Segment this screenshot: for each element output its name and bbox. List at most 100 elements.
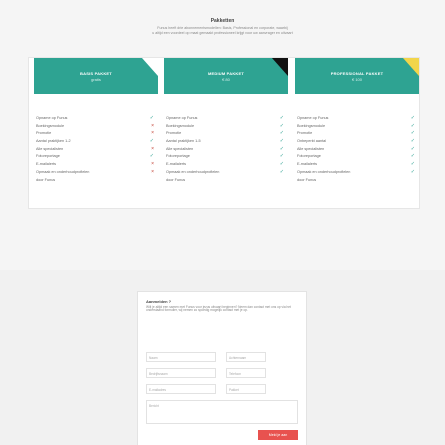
cross-icon: × xyxy=(151,161,154,168)
feature-label: E-mailalerts xyxy=(166,162,187,167)
feature-row: Boekingsmodule ✓ xyxy=(297,123,415,131)
plan-name: MEDIUM PAKKET xyxy=(207,71,245,76)
cross-icon: × xyxy=(151,130,154,137)
feature-row: Alle specialisten ✓ xyxy=(166,146,284,154)
package-select[interactable]: Pakket xyxy=(226,384,266,394)
feature-row: Opname op Funus ✓ xyxy=(36,115,154,123)
feature-row: E-mailalerts × xyxy=(36,161,154,169)
check-icon: ✓ xyxy=(410,168,415,175)
feature-row: Opmaak en onderhoudprofielen × xyxy=(36,169,154,177)
feature-row: Promotie × xyxy=(36,130,154,138)
cross-icon: × xyxy=(151,168,154,175)
feature-label: Opname op Funus xyxy=(166,116,198,120)
feature-label: Alle specialisten xyxy=(166,146,194,151)
plan-header[interactable]: PROFESSIONAL PAKKET € 100 xyxy=(295,58,419,94)
feature-list: Opname op Funus ✓ Boekingsmodule ✓ Promotie ✓… xyxy=(166,115,284,184)
plan-price: gratis xyxy=(91,77,101,82)
last-name-field[interactable]: Achternaam xyxy=(226,352,266,362)
feature-label: Opname op Funus xyxy=(297,116,329,120)
phone-field[interactable]: Telefoon xyxy=(226,368,266,378)
feature-label: Opmaak en onderhoudprofielen xyxy=(166,169,220,174)
feature-row: door Funus xyxy=(166,177,284,185)
feature-label: Boekingsmodule xyxy=(36,123,65,128)
feature-row: Promotie ✓ xyxy=(166,130,284,138)
feature-row: Onbeperkt aantal ✓ xyxy=(297,138,415,146)
feature-row: door Funus xyxy=(36,177,154,185)
feature-row: Boekingsmodule ✓ xyxy=(166,123,284,131)
page-subtitle-line1: Funus heeft drie abonnementsmodellen: Ba… xyxy=(157,26,288,30)
submit-button[interactable]: Meld je aan xyxy=(258,430,298,440)
feature-label: door Funus xyxy=(166,177,186,182)
pricing-header: Pakketten Funus heeft drie abonnementsmo… xyxy=(0,18,445,35)
feature-label: E-mailalerts xyxy=(297,162,318,167)
check-icon: ✓ xyxy=(279,145,284,152)
first-name-field[interactable]: Naam xyxy=(146,352,216,362)
email-field[interactable]: E-mailadres xyxy=(146,384,216,394)
check-icon: ✓ xyxy=(279,168,284,175)
feature-label: Boekingsmodule xyxy=(166,123,195,128)
signup-form: Aanmelden ? Wilt je altijd een samen met… xyxy=(137,291,307,445)
plan-name: BASIS PAKKET xyxy=(80,71,112,76)
feature-row: Aantal praktijken 1-2 ✓ xyxy=(36,138,154,146)
check-icon: ✓ xyxy=(410,138,415,145)
check-icon: ✓ xyxy=(410,130,415,137)
check-icon: ✓ xyxy=(279,115,284,121)
plan-corner-ribbon xyxy=(272,58,288,76)
feature-row: Alle specialisten × xyxy=(36,146,154,154)
feature-row: Boekingsmodule × xyxy=(36,123,154,131)
feature-label: Fotoreportage xyxy=(36,154,60,159)
feature-row: Fotoreportage ✓ xyxy=(297,153,415,161)
plan-card-professional: PROFESSIONAL PAKKET € 100 Opname op Funu… xyxy=(290,58,420,210)
form-title: Aanmelden ? xyxy=(146,299,172,304)
feature-label: Promotie xyxy=(36,131,52,136)
plan-header[interactable]: MEDIUM PAKKET € 80 xyxy=(164,58,288,94)
feature-row: Opmaak en onderhoudprofielen ✓ xyxy=(166,169,284,177)
cross-icon: × xyxy=(151,122,154,129)
check-icon: ✓ xyxy=(410,145,415,152)
feature-row: E-mailalerts ✓ xyxy=(166,161,284,169)
check-icon: ✓ xyxy=(279,122,284,129)
feature-label: Fotoreportage xyxy=(166,154,190,159)
feature-row: Fotoreportage ✓ xyxy=(36,153,154,161)
plan-price: € 100 xyxy=(351,77,362,82)
feature-label: Opname op Funus xyxy=(36,116,68,120)
plan-header[interactable]: BASIS PAKKET gratis xyxy=(34,58,158,94)
feature-label: E-mailalerts xyxy=(36,162,57,167)
pricing-table: BASIS PAKKET gratis Opname op Funus ✓ Boek… xyxy=(28,57,420,209)
feature-label: Boekingsmodule xyxy=(297,123,326,128)
feature-row: Opname op Funus ✓ xyxy=(297,115,415,123)
check-icon: ✓ xyxy=(279,130,284,137)
feature-label: Alle specialisten xyxy=(36,146,64,151)
feature-row: Opmaak en onderhoudprofielen ✓ xyxy=(297,169,415,177)
feature-row: Alle specialisten ✓ xyxy=(297,146,415,154)
company-field[interactable]: Bedrijfsnaam xyxy=(146,368,216,378)
check-icon: ✓ xyxy=(149,138,154,145)
check-icon: ✓ xyxy=(410,115,415,121)
cross-icon: × xyxy=(151,145,154,152)
feature-row: Fotoreportage ✓ xyxy=(166,153,284,161)
feature-row: Promotie ✓ xyxy=(297,130,415,138)
feature-label: Aantal praktijken 1-5 xyxy=(166,139,201,144)
feature-row: Opname op Funus ✓ xyxy=(166,115,284,123)
feature-label: Fotoreportage xyxy=(297,154,321,159)
feature-list: Opname op Funus ✓ Boekingsmodule ✓ Promotie ✓… xyxy=(297,115,415,184)
feature-label: door Funus xyxy=(297,177,317,182)
feature-label: Opmaak en onderhoudprofielen xyxy=(36,169,90,174)
page-subtitle-line2: u altijd een voordeel op maat gemaakt pr… xyxy=(152,30,293,35)
feature-label: Promotie xyxy=(166,131,182,136)
check-icon: ✓ xyxy=(410,153,415,160)
message-field[interactable]: Bericht xyxy=(146,400,298,424)
check-icon: ✓ xyxy=(149,153,154,160)
feature-row: E-mailalerts ✓ xyxy=(297,161,415,169)
plan-name: PROFESSIONAL PAKKET xyxy=(330,71,384,76)
page-title: Pakketten xyxy=(210,18,235,24)
plan-price: € 80 xyxy=(222,77,230,82)
feature-label: Aantal praktijken 1-2 xyxy=(36,139,71,144)
feature-label: Promotie xyxy=(297,131,313,136)
check-icon: ✓ xyxy=(410,122,415,129)
feature-row: Aantal praktijken 1-5 ✓ xyxy=(166,138,284,146)
feature-label: Onbeperkt aantal xyxy=(297,139,327,144)
check-icon: ✓ xyxy=(410,161,415,168)
feature-label: Opmaak en onderhoudprofielen xyxy=(297,169,351,174)
check-icon: ✓ xyxy=(279,153,284,160)
